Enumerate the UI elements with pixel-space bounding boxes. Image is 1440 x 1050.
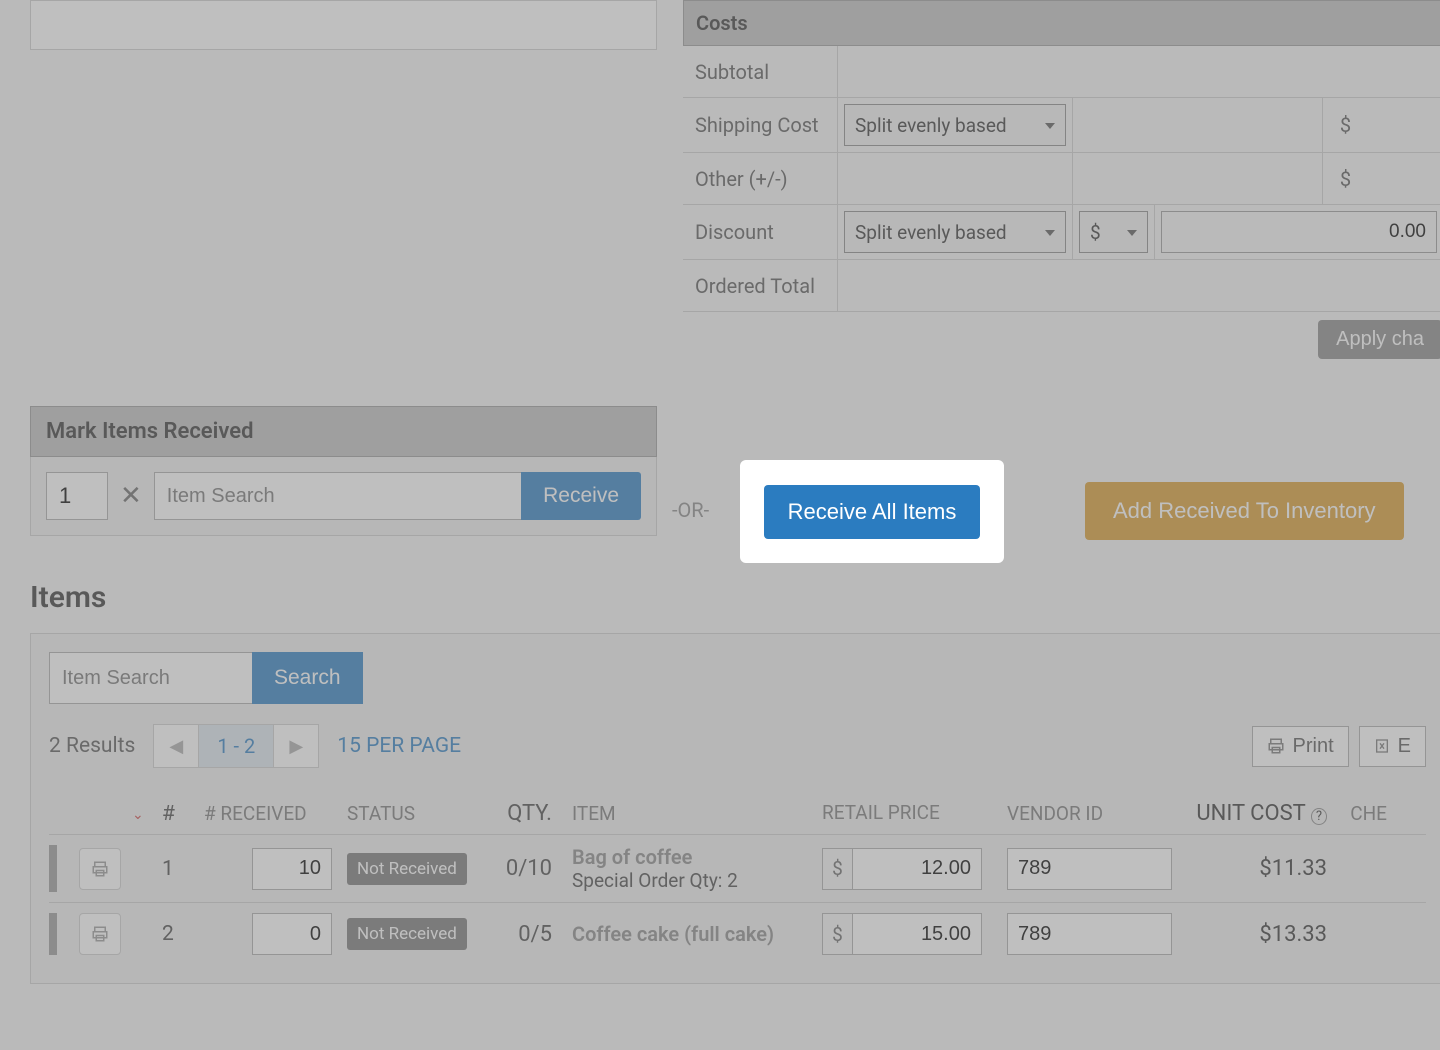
pager-prev-button[interactable]: ◀ bbox=[154, 725, 198, 767]
vendor-id-input[interactable] bbox=[1007, 913, 1172, 955]
receive-qty-input[interactable] bbox=[46, 472, 108, 520]
pager-range: 1 - 2 bbox=[198, 725, 274, 767]
shipping-label: Shipping Cost bbox=[683, 98, 838, 152]
export-button[interactable]: E bbox=[1359, 726, 1426, 767]
add-received-to-inventory-button[interactable]: Add Received To Inventory bbox=[1085, 482, 1404, 540]
receive-item-search-input[interactable] bbox=[154, 472, 521, 520]
currency-prefix: $ bbox=[822, 848, 852, 890]
or-separator: -OR- bbox=[672, 498, 709, 522]
row-marker bbox=[49, 845, 57, 892]
discount-split-select[interactable]: Split evenly based bbox=[844, 211, 1066, 253]
col-qty[interactable]: QTY. bbox=[477, 801, 562, 826]
item-special-order: Special Order Qty: 2 bbox=[572, 869, 822, 892]
receive-all-highlight: Receive All Items bbox=[740, 460, 1004, 563]
unit-cost: $11.33 bbox=[1192, 856, 1327, 881]
row-print-button[interactable] bbox=[79, 913, 121, 955]
retail-price-input[interactable] bbox=[852, 848, 982, 890]
apply-changes-button[interactable]: Apply cha bbox=[1318, 320, 1440, 359]
print-button[interactable]: Print bbox=[1252, 726, 1349, 767]
shipping-split-select[interactable]: Split evenly based bbox=[844, 104, 1066, 146]
received-qty-input[interactable] bbox=[252, 913, 332, 955]
print-icon bbox=[91, 925, 109, 943]
items-header: Items bbox=[30, 580, 1440, 615]
pager-next-button[interactable]: ▶ bbox=[274, 725, 318, 767]
col-received[interactable]: # RECEIVED bbox=[204, 802, 332, 825]
retail-price-input[interactable] bbox=[852, 913, 982, 955]
row-qty: 0/5 bbox=[477, 922, 562, 947]
row-print-button[interactable] bbox=[79, 848, 121, 890]
discount-label: Discount bbox=[683, 205, 838, 259]
col-item[interactable]: ITEM bbox=[562, 802, 822, 825]
other-currency: $ bbox=[1323, 153, 1368, 204]
unit-cost: $13.33 bbox=[1192, 922, 1327, 947]
results-count: 2 Results bbox=[49, 734, 135, 758]
row-num: 2 bbox=[162, 922, 204, 946]
col-vendor[interactable]: VENDOR ID bbox=[1007, 802, 1192, 825]
received-qty-input[interactable] bbox=[252, 848, 332, 890]
other-label: Other (+/-) bbox=[683, 153, 838, 204]
col-status[interactable]: STATUS bbox=[332, 802, 477, 825]
help-icon[interactable]: ? bbox=[1311, 808, 1327, 825]
mark-items-header: Mark Items Received bbox=[30, 406, 657, 457]
vendor-id-input[interactable] bbox=[1007, 848, 1172, 890]
subtotal-label: Subtotal bbox=[683, 46, 838, 97]
ordered-total-label: Ordered Total bbox=[683, 260, 838, 311]
receive-button[interactable]: Receive bbox=[521, 472, 641, 520]
print-icon bbox=[91, 860, 109, 878]
print-icon bbox=[1267, 737, 1285, 755]
receive-all-items-button[interactable]: Receive All Items bbox=[764, 485, 981, 539]
row-marker bbox=[49, 913, 57, 955]
discount-currency-select[interactable]: $ bbox=[1079, 211, 1148, 253]
row-num: 1 bbox=[162, 857, 204, 881]
col-unit[interactable]: UNIT COST ? bbox=[1192, 801, 1327, 826]
row-qty: 0/10 bbox=[477, 856, 562, 881]
per-page-selector[interactable]: 15 PER PAGE bbox=[337, 734, 461, 758]
discount-value-input[interactable] bbox=[1161, 211, 1437, 253]
mark-items-panel: Mark Items Received ✕ Receive bbox=[30, 406, 657, 536]
sort-indicator-icon: ⌄ bbox=[132, 807, 144, 823]
col-retail[interactable]: RETAIL PRICE bbox=[822, 802, 1007, 825]
table-row: 2 Not Received 0/5 Coffee cake (full cak… bbox=[49, 902, 1426, 965]
col-check[interactable]: CHE bbox=[1327, 802, 1387, 825]
table-row: 1 Not Received 0/10 Bag of coffee Specia… bbox=[49, 834, 1426, 902]
currency-prefix: $ bbox=[822, 913, 852, 955]
times-icon: ✕ bbox=[120, 481, 142, 511]
item-name: Bag of coffee bbox=[572, 845, 822, 869]
item-name: Coffee cake (full cake) bbox=[572, 922, 822, 946]
notes-textarea[interactable] bbox=[30, 0, 657, 50]
items-search-button[interactable]: Search bbox=[252, 652, 363, 704]
col-num[interactable]: # bbox=[162, 802, 204, 826]
status-badge: Not Received bbox=[347, 853, 467, 885]
items-search-input[interactable] bbox=[49, 652, 252, 704]
status-badge: Not Received bbox=[347, 918, 467, 950]
costs-header: Costs bbox=[683, 0, 1440, 46]
costs-panel: Costs Subtotal Shipping Cost Split evenl… bbox=[683, 0, 1440, 312]
spreadsheet-icon bbox=[1374, 737, 1390, 755]
shipping-currency: $ bbox=[1323, 98, 1368, 152]
